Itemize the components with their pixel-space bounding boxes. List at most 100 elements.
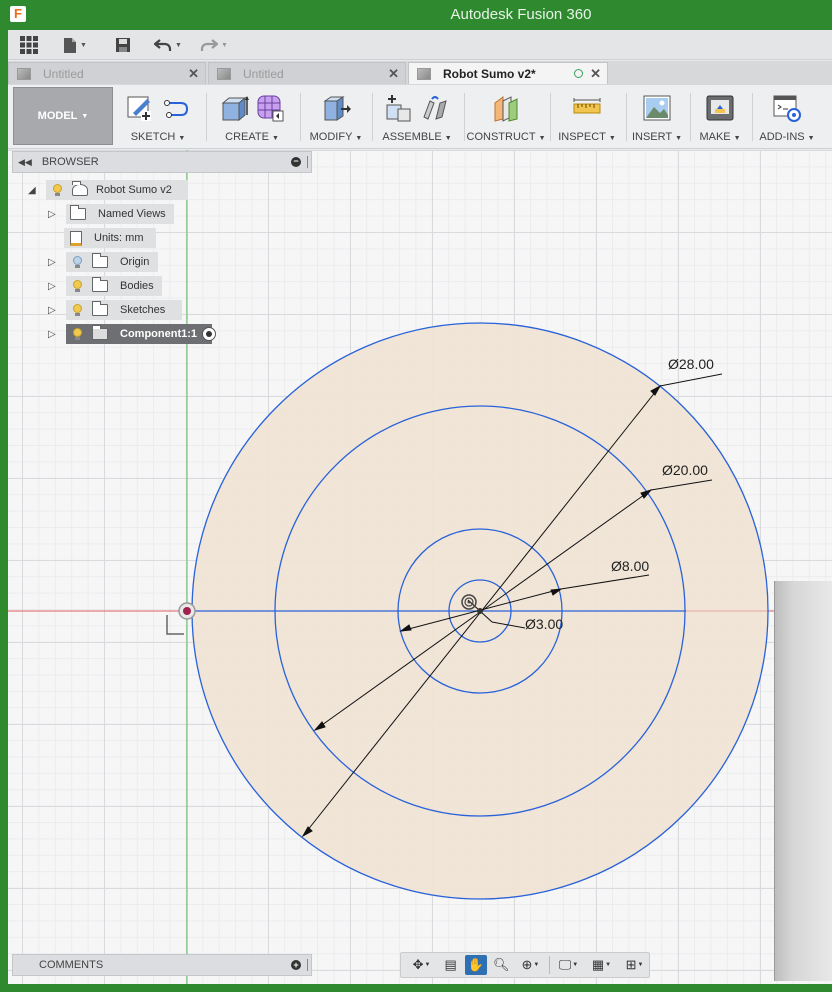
save-icon[interactable] xyxy=(112,34,134,56)
document-tabs: Untitled ✕ Untitled ✕ Robot Sumo v2* ✕ xyxy=(8,61,832,85)
tree-root[interactable]: ◢ Robot Sumo v2 xyxy=(28,180,188,200)
scripts-addins-icon[interactable] xyxy=(772,93,802,123)
units-document-icon xyxy=(70,230,82,246)
app-grid-icon[interactable] xyxy=(16,34,42,56)
expand-triangle-icon[interactable]: ▷ xyxy=(48,209,62,220)
title-bar: F Autodesk Fusion 360 xyxy=(0,0,832,30)
folder-icon xyxy=(70,205,86,220)
close-icon[interactable]: ✕ xyxy=(388,66,399,82)
assemble-group[interactable]: ASSEMBLE ▼ xyxy=(374,91,460,145)
grid-settings-button[interactable]: ▦ ▼ xyxy=(587,955,616,975)
visibility-bulb-icon[interactable] xyxy=(72,279,82,293)
undo-button[interactable]: ▼ xyxy=(150,34,186,56)
browser-title: BROWSER xyxy=(41,156,99,168)
tab-label: Untitled xyxy=(243,66,284,81)
undo-icon xyxy=(154,39,172,51)
tree-item-component1[interactable]: ▷ Component1:1 xyxy=(48,324,216,344)
add-comment-icon[interactable]: + xyxy=(291,960,301,970)
workspace-switcher[interactable]: MODEL ▼ xyxy=(13,87,113,145)
visibility-bulb-icon[interactable] xyxy=(72,303,82,317)
modify-group[interactable]: MODIFY ▼ xyxy=(304,91,368,145)
look-at-icon: ▤ xyxy=(444,957,457,972)
visibility-bulb-icon[interactable] xyxy=(72,327,82,341)
folder-icon xyxy=(92,253,108,268)
close-icon[interactable]: ✕ xyxy=(188,66,199,82)
dimension-3[interactable]: Ø3.00 xyxy=(525,616,563,632)
tree-root-label: Robot Sumo v2 xyxy=(96,184,172,196)
saved-status-icon xyxy=(574,69,583,78)
expand-triangle-icon[interactable]: ▷ xyxy=(48,257,62,268)
tree-item-label: Sketches xyxy=(120,304,166,316)
tree-item-label: Named Views xyxy=(98,208,166,220)
collapse-panel-icon[interactable]: ◀◀ xyxy=(18,157,32,168)
viewports-icon: ⊞ xyxy=(625,957,637,972)
redo-button[interactable]: ▼ xyxy=(196,34,232,56)
close-icon[interactable]: ✕ xyxy=(590,66,601,82)
collapse-triangle-icon[interactable]: ◢ xyxy=(28,185,42,196)
folder-icon xyxy=(92,301,108,316)
minimize-icon[interactable]: − xyxy=(291,157,301,167)
pan-button[interactable]: ✋ xyxy=(465,955,487,975)
tab-untitled-2[interactable]: Untitled ✕ xyxy=(208,62,406,84)
tree-item-bodies[interactable]: ▷ Bodies xyxy=(48,276,162,296)
measure-icon[interactable] xyxy=(572,93,602,123)
dimension-20[interactable]: Ø20.00 xyxy=(662,462,708,478)
orbit-button[interactable]: ✥ ▼ xyxy=(407,955,436,975)
tree-item-named-views[interactable]: ▷ Named Views xyxy=(48,204,174,224)
dimension-8[interactable]: Ø8.00 xyxy=(611,558,649,574)
joint-icon[interactable] xyxy=(420,93,450,123)
dimension-28[interactable]: Ø28.00 xyxy=(668,356,714,372)
insert-group-label: INSERT xyxy=(631,131,673,143)
resize-grip-icon[interactable] xyxy=(307,156,309,168)
press-pull-icon[interactable] xyxy=(321,93,351,123)
main-window: ▼ ▼ ▼ Untitled ✕ Untitled ✕ Robot Sumo v… xyxy=(8,30,832,992)
look-at-button[interactable]: ▤ xyxy=(440,955,461,975)
make-group[interactable]: MAKE ▼ xyxy=(692,91,748,145)
create-sketch-icon[interactable] xyxy=(125,93,155,123)
insert-group[interactable]: INSERT ▼ xyxy=(628,91,686,145)
inspect-group[interactable]: INSPECT ▼ xyxy=(552,91,622,145)
expand-triangle-icon[interactable]: ▷ xyxy=(48,281,62,292)
origin-point-icon[interactable] xyxy=(178,602,196,620)
tab-untitled-1[interactable]: Untitled ✕ xyxy=(8,62,206,84)
fit-button[interactable]: ⊕ ▼ xyxy=(516,955,545,975)
tree-item-origin[interactable]: ▷ Origin xyxy=(48,252,158,272)
file-icon xyxy=(64,37,77,53)
assemble-group-label: ASSEMBLE xyxy=(382,131,442,143)
tab-robot-sumo[interactable]: Robot Sumo v2* ✕ xyxy=(408,62,608,84)
expand-triangle-icon[interactable]: ▷ xyxy=(48,329,62,340)
sketch-group-label: SKETCH xyxy=(130,131,176,143)
display-settings-button[interactable]: 🖵︎ ▼ xyxy=(554,955,583,975)
workspace-label: MODEL xyxy=(37,110,78,122)
window-bottom-border xyxy=(0,984,832,992)
tree-item-units[interactable]: Units: mm xyxy=(64,228,156,248)
expand-triangle-icon[interactable]: ▷ xyxy=(48,305,62,316)
form-icon[interactable] xyxy=(255,93,285,123)
viewports-button[interactable]: ⊞ ▼ xyxy=(620,955,649,975)
view-cube-shadow xyxy=(774,581,832,981)
3d-print-icon[interactable] xyxy=(705,93,735,123)
zoom-button[interactable]: 🔍︎ xyxy=(491,955,512,975)
tree-item-sketches[interactable]: ▷ Sketches xyxy=(48,300,182,320)
construct-group[interactable]: CONSTRUCT ▼ xyxy=(466,91,546,145)
file-menu-button[interactable]: ▼ xyxy=(58,34,92,56)
browser-panel-header[interactable]: ◀◀ BROWSER − xyxy=(12,151,312,173)
center-point[interactable] xyxy=(477,608,483,614)
create-group[interactable]: CREATE ▼ xyxy=(210,91,294,145)
sketch-group[interactable]: SKETCH ▼ xyxy=(116,91,200,145)
resize-grip-icon[interactable] xyxy=(307,959,309,971)
visibility-bulb-icon[interactable] xyxy=(52,183,62,197)
offset-plane-icon[interactable] xyxy=(491,93,521,123)
insert-image-icon[interactable] xyxy=(642,93,672,123)
tab-label: Robot Sumo v2* xyxy=(443,66,536,81)
comments-panel[interactable]: COMMENTS + xyxy=(12,954,312,976)
activate-component-icon[interactable] xyxy=(202,327,216,341)
line-tool-icon[interactable] xyxy=(161,93,191,123)
visibility-bulb-icon[interactable] xyxy=(72,255,82,269)
orbit-icon: ✥ xyxy=(412,957,424,972)
extrude-icon[interactable] xyxy=(219,93,249,123)
add-ins-group[interactable]: ADD-INS ▼ xyxy=(754,91,820,145)
new-component-icon[interactable] xyxy=(384,93,414,123)
leader-28 xyxy=(659,373,723,387)
window-title: Autodesk Fusion 360 xyxy=(450,6,592,23)
